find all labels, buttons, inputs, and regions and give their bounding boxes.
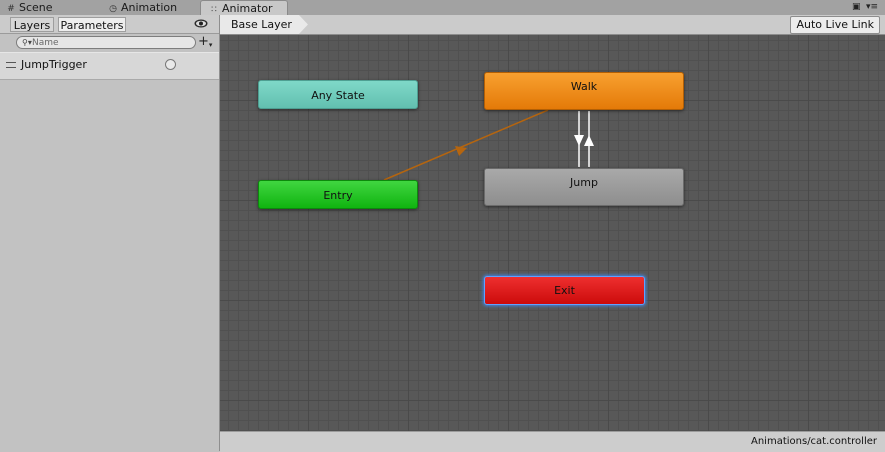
auto-live-link-toggle[interactable]: Auto Live Link <box>790 16 880 34</box>
status-bar: Animations/cat.controller <box>220 431 885 452</box>
breadcrumb-base-layer[interactable]: Base Layer <box>220 15 308 34</box>
parameter-search-field[interactable]: ⚲▾ <box>16 36 196 49</box>
add-parameter-button[interactable]: +▾ <box>198 35 212 50</box>
state-jump[interactable]: Jump <box>484 168 684 206</box>
parameter-row[interactable]: JumpTrigger <box>0 52 219 80</box>
tab-scene-label: Scene <box>19 1 53 14</box>
state-any-state[interactable]: Any State <box>258 80 418 109</box>
tab-scene[interactable]: # Scene <box>6 0 96 15</box>
tab-animation[interactable]: ◷ Animation <box>108 0 198 15</box>
trigger-radio[interactable] <box>165 59 176 70</box>
breadcrumb-bar: Base Layer Auto Live Link <box>220 15 885 35</box>
search-icon: ⚲▾ <box>22 38 32 47</box>
state-walk[interactable]: Walk <box>484 72 684 110</box>
parameters-panel: Layers Parameters ⚲▾ +▾ JumpTrigger <box>0 15 220 451</box>
tab-parameters[interactable]: Parameters <box>58 17 126 32</box>
tab-animator[interactable]: ∷ Animator <box>200 0 288 15</box>
lock-icon[interactable]: ▣ <box>852 2 861 12</box>
eye-icon[interactable] <box>194 18 208 29</box>
search-input[interactable] <box>32 37 182 48</box>
tab-layers[interactable]: Layers <box>10 17 54 32</box>
drag-handle-icon[interactable] <box>6 62 16 68</box>
parameter-name[interactable]: JumpTrigger <box>21 58 87 72</box>
tab-animator-label: Animator <box>222 2 273 15</box>
tab-menu-icon[interactable]: ▾≡ <box>866 1 880 13</box>
tab-animation-label: Animation <box>121 1 178 14</box>
state-entry[interactable]: Entry <box>258 180 418 209</box>
controller-path: Animations/cat.controller <box>751 436 877 447</box>
window-tab-bar: # Scene ◷ Animation ∷ Animator ▣ ▾≡ <box>0 0 885 15</box>
state-exit[interactable]: Exit <box>484 276 645 305</box>
panel-toolbar: Layers Parameters <box>0 15 219 34</box>
